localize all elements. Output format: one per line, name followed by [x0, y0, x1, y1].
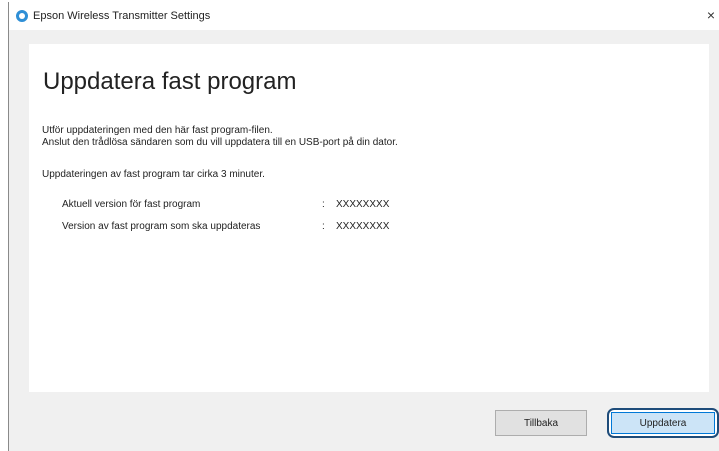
instruction-line-1: Utför uppdateringen med den här fast pro… [42, 125, 273, 136]
window-title: Epson Wireless Transmitter Settings [33, 10, 211, 22]
duration-note: Uppdateringen av fast program tar cirka … [42, 169, 265, 180]
content-panel: Uppdatera fast program Utför uppdatering… [29, 44, 709, 392]
settings-window: Epson Wireless Transmitter Settings × Up… [8, 2, 719, 451]
update-button-highlight[interactable]: Uppdatera [607, 408, 719, 438]
update-button[interactable]: Uppdatera [611, 412, 715, 434]
current-version-colon: : [322, 199, 325, 210]
current-version-label: Aktuell version för fast program [62, 199, 201, 210]
title-bar: Epson Wireless Transmitter Settings × [9, 2, 719, 30]
epson-app-icon [16, 10, 28, 22]
new-version-colon: : [322, 221, 325, 232]
page-title: Uppdatera fast program [43, 68, 297, 95]
close-icon[interactable]: × [703, 6, 719, 24]
back-button[interactable]: Tillbaka [495, 410, 587, 436]
instruction-line-2: Anslut den trådlösa sändaren som du vill… [42, 137, 398, 148]
new-version-label: Version av fast program som ska uppdater… [62, 221, 261, 232]
new-version-value: XXXXXXXX [336, 221, 390, 232]
current-version-value: XXXXXXXX [336, 199, 390, 210]
